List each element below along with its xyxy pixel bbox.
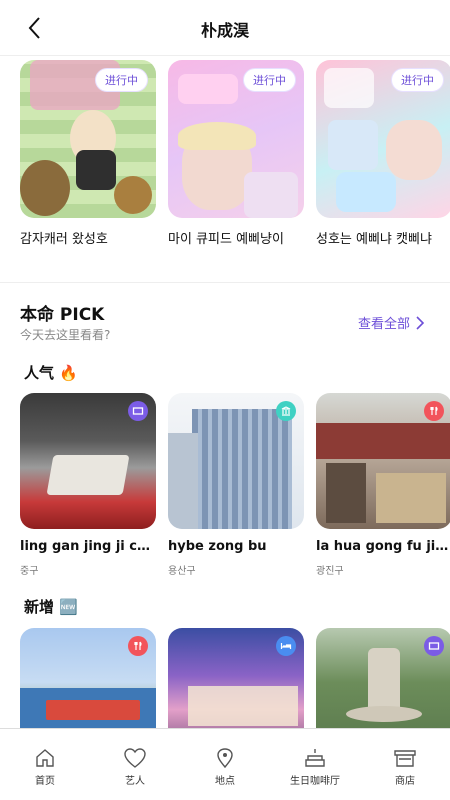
status-badge: 进行中 xyxy=(243,68,296,92)
event-title: 감자캐러 왔성호 xyxy=(20,232,108,247)
store-icon xyxy=(394,750,416,767)
event-poster-3: 进行中 xyxy=(316,60,450,218)
place-district: 중구 xyxy=(20,566,39,577)
page-title: 朴成淏 xyxy=(200,21,249,40)
tab-label: 商店 xyxy=(395,776,415,787)
view-all-link[interactable]: 查看全部 xyxy=(358,313,426,332)
event-title: 성호는 예삐냐 캣삐냐 xyxy=(316,232,432,247)
food-icon xyxy=(128,636,148,656)
place-name: la hua gong fu jia zhen xyxy=(316,539,450,554)
tab-label: 地点 xyxy=(215,776,235,787)
place-name: hybe zong bu xyxy=(168,539,267,554)
place-photo-street xyxy=(316,393,450,529)
tab-label: 生日咖啡厅 xyxy=(290,776,340,787)
tab-birthday-cafe[interactable]: 生日咖啡厅 xyxy=(270,729,360,800)
section-divider xyxy=(0,282,450,283)
place-card[interactable]: ling gan jing ji chang 중구 xyxy=(20,393,156,577)
place-card[interactable]: la hua gong fu jia zhen 광진구 xyxy=(316,393,450,577)
tab-store[interactable]: 商店 xyxy=(360,729,450,800)
event-card-3[interactable]: 进行中 성호는 예삐냐 캣삐냐 xyxy=(316,60,450,247)
event-card-2[interactable]: 进行中 마이 큐피드 예삐냥이 xyxy=(168,60,304,247)
tab-home[interactable]: 首页 xyxy=(0,729,90,800)
chevron-right-icon xyxy=(416,315,425,330)
place-card[interactable]: hybe zong bu 용산구 xyxy=(168,393,304,577)
tab-label: 首页 xyxy=(35,776,55,787)
view-all-label: 查看全部 xyxy=(357,317,410,332)
bed-icon xyxy=(276,636,296,656)
event-poster-2: 进行中 xyxy=(168,60,304,218)
status-badge: 进行中 xyxy=(391,68,444,92)
location-icon xyxy=(217,748,233,769)
status-badge: 进行中 xyxy=(95,68,148,92)
tab-places[interactable]: 地点 xyxy=(180,729,270,800)
top-nav-bar: 朴成淏 xyxy=(0,0,450,56)
building-icon xyxy=(276,401,296,421)
place-photo-stadium xyxy=(20,393,156,529)
ticket-icon xyxy=(424,636,444,656)
heart-icon xyxy=(124,748,146,768)
cake-icon xyxy=(305,749,325,767)
place-district: 광진구 xyxy=(316,566,344,577)
event-carousel[interactable]: 进行中 감자캐러 왔성호 进行中 마이 큐피드 예삐냥이 进行中 성호는 예삐냐… xyxy=(20,60,450,260)
home-icon xyxy=(36,749,54,767)
new-label: 新增 🆕 xyxy=(24,598,78,616)
place-photo-building xyxy=(168,393,304,529)
place-district: 용산구 xyxy=(168,566,196,577)
tab-label: 艺人 xyxy=(125,776,145,787)
event-title: 마이 큐피드 예삐냥이 xyxy=(168,232,284,247)
place-name: ling gan jing ji chang xyxy=(20,539,156,554)
food-icon xyxy=(424,401,444,421)
popular-label: 人气 🔥 xyxy=(24,364,78,382)
event-poster-1: 进行中 xyxy=(20,60,156,218)
event-card-1[interactable]: 进行中 감자캐러 왔성호 xyxy=(20,60,156,247)
section-subtitle: 今天去这里看看? xyxy=(20,328,111,342)
section-title: 本命 PICK xyxy=(20,305,105,325)
tab-artist[interactable]: 艺人 xyxy=(90,729,180,800)
bottom-tab-bar: 首页 艺人 地点 生日咖啡厅 商店 xyxy=(0,728,450,800)
ticket-icon xyxy=(128,401,148,421)
